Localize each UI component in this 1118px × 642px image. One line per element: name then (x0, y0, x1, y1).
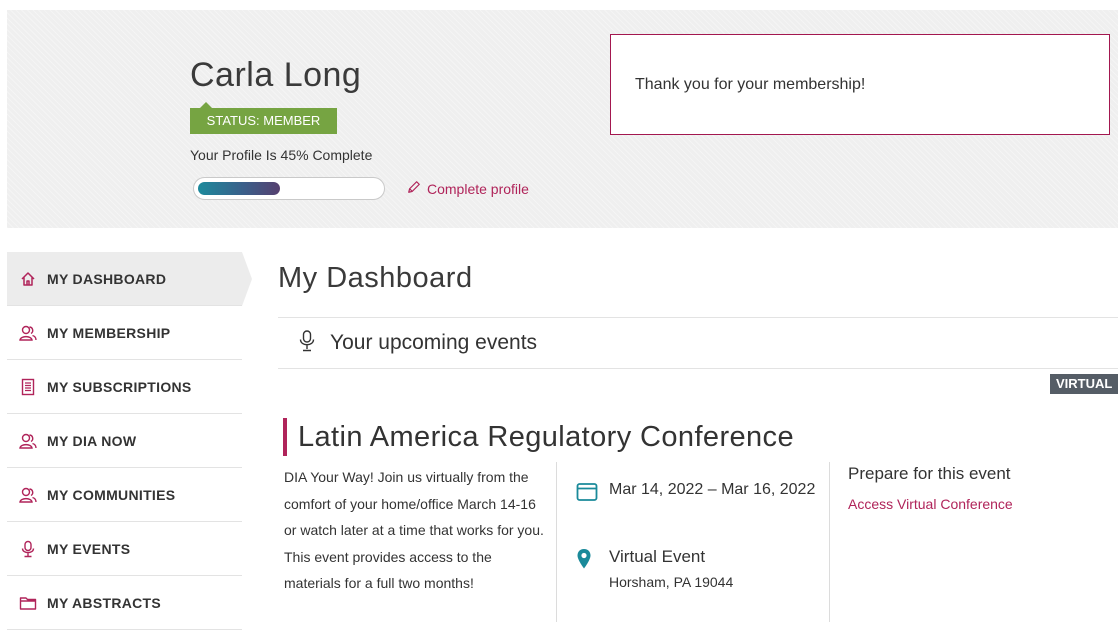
upcoming-events-title: Your upcoming events (330, 331, 538, 354)
users-icon (19, 432, 37, 450)
event-dates: Mar 14, 2022 – Mar 16, 2022 (576, 480, 819, 507)
membership-notice-text: Thank you for your membership! (635, 76, 866, 93)
column-divider (556, 462, 557, 622)
prepare-title: Prepare for this event (848, 464, 1011, 483)
sidebar-item-subscriptions[interactable]: MY SUBSCRIPTIONS (7, 360, 242, 414)
event-location-address: Horsham, PA 19044 (609, 574, 734, 590)
sidebar-item-label: MY MEMBERSHIP (47, 324, 171, 341)
microphone-icon (19, 540, 37, 558)
folder-icon (19, 594, 37, 612)
event-description: DIA Your Way! Join us virtually from the… (284, 469, 544, 591)
access-virtual-conference-link[interactable]: Access Virtual Conference (848, 496, 1013, 512)
virtual-badge: VIRTUAL (1050, 374, 1118, 394)
pencil-icon (407, 180, 421, 197)
membership-notice: Thank you for your membership! (610, 34, 1110, 135)
users-icon (19, 324, 37, 342)
sidebar-item-communities[interactable]: MY COMMUNITIES (7, 468, 242, 522)
complete-profile-link[interactable]: Complete profile (407, 180, 529, 197)
sidebar-item-label: MY SUBSCRIPTIONS (47, 378, 192, 395)
sidebar-item-membership[interactable]: MY MEMBERSHIP (7, 306, 242, 360)
page-title: My Dashboard (278, 262, 473, 294)
sidebar-item-abstracts[interactable]: MY ABSTRACTS (7, 576, 242, 630)
event-title[interactable]: Latin America Regulatory Conference (298, 421, 794, 454)
users-icon (19, 486, 37, 504)
sidebar-item-label: MY COMMUNITIES (47, 486, 176, 503)
profile-header: Carla Long STATUS: MEMBER Your Profile I… (7, 10, 1118, 228)
profile-completion-text: Your Profile Is 45% Complete (190, 147, 373, 163)
user-name: Carla Long (190, 56, 362, 94)
sidebar-nav: MY DASHBOARD MY MEMBERSHIP MY SUBSCRIPTI… (7, 252, 252, 630)
profile-progress-fill (198, 182, 280, 195)
upcoming-events-header: Your upcoming events (278, 317, 1118, 369)
calendar-icon (576, 480, 609, 507)
complete-profile-label: Complete profile (427, 180, 529, 197)
prepare-section: Prepare for this event Access Virtual Co… (848, 464, 1013, 512)
sidebar-item-label: MY EVENTS (47, 540, 131, 557)
map-pin-icon (576, 546, 609, 590)
profile-progress-bar (193, 177, 385, 200)
home-icon (19, 270, 37, 288)
event-date-range: Mar 14, 2022 – Mar 16, 2022 (609, 481, 816, 498)
column-divider (829, 462, 830, 622)
sidebar-item-label: MY ABSTRACTS (47, 594, 162, 611)
sidebar-item-dashboard[interactable]: MY DASHBOARD (7, 252, 252, 306)
sidebar-item-events[interactable]: MY EVENTS (7, 522, 242, 576)
microphone-icon (298, 329, 330, 357)
sidebar-item-label: MY DASHBOARD (47, 270, 167, 287)
sidebar-item-label: MY DIA NOW (47, 432, 137, 449)
document-icon (19, 378, 37, 396)
event-location-title: Virtual Event (609, 547, 706, 566)
status-badge: STATUS: MEMBER (190, 102, 337, 134)
event-title-block: Latin America Regulatory Conference (283, 418, 794, 456)
sidebar-item-dia-now[interactable]: MY DIA NOW (7, 414, 242, 468)
event-title-accent (283, 418, 287, 456)
event-location: Virtual Event Horsham, PA 19044 (576, 546, 733, 590)
